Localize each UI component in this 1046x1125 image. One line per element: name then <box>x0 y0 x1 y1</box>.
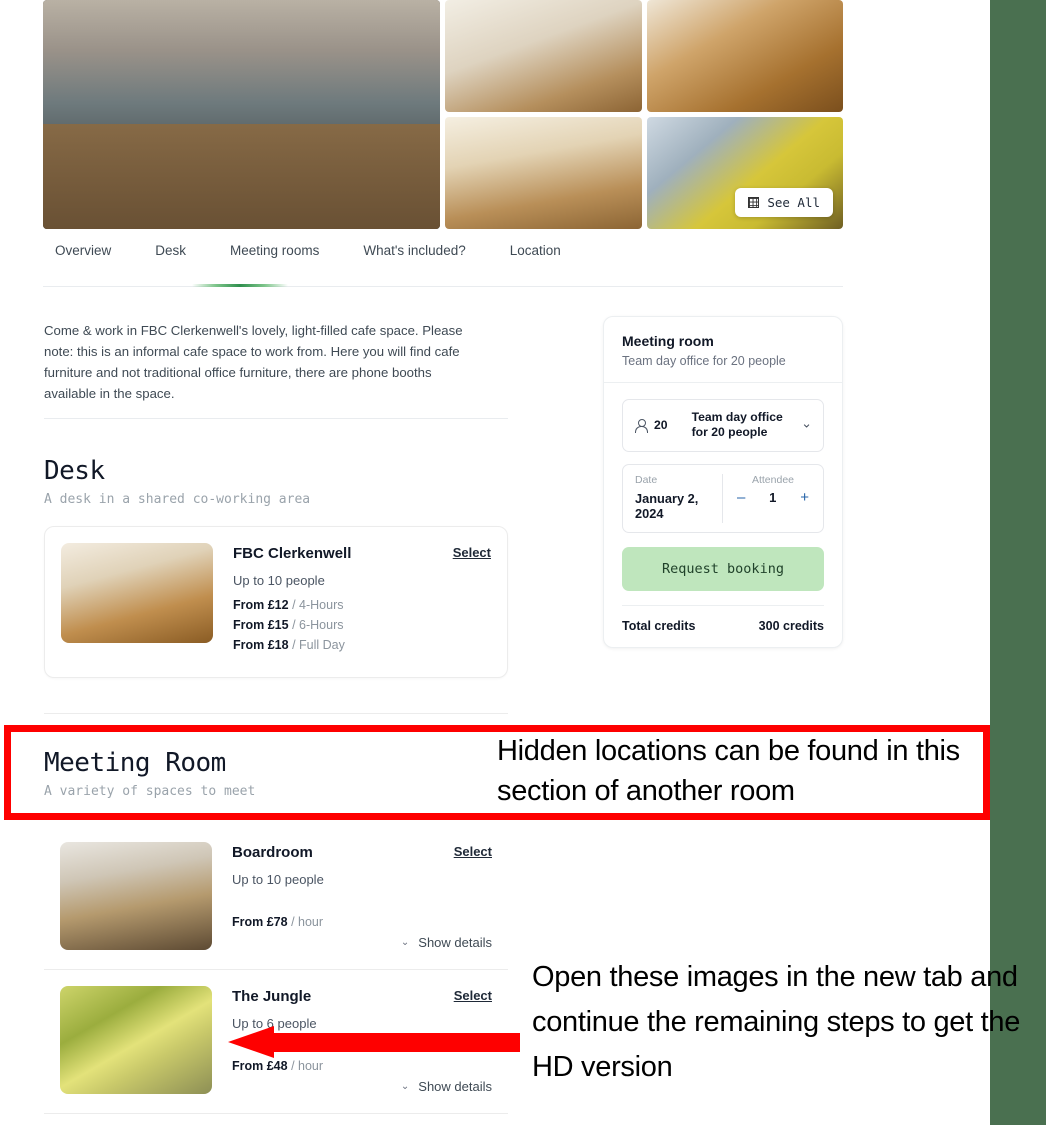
attendee-decrement-button[interactable]: – <box>737 490 745 505</box>
annotation-note-1: Hidden locations can be found in this se… <box>497 735 960 807</box>
desk-section-subtitle: A desk in a shared co-working area <box>44 492 311 507</box>
tab-meeting-rooms[interactable]: Meeting rooms <box>208 243 341 274</box>
meeting-listing-thumbnail[interactable] <box>60 986 212 1094</box>
desk-price-amount-1: From £12 <box>233 598 289 612</box>
date-field[interactable]: Date January 2, 2024 <box>623 465 722 532</box>
tab-location[interactable]: Location <box>488 243 583 274</box>
desk-price-amount-2: From £15 <box>233 618 289 632</box>
meeting-section-header: Meeting Room A variety of spaces to meet <box>44 748 255 799</box>
meeting-select-link[interactable]: Select <box>454 988 492 1003</box>
attendee-increment-button[interactable]: + <box>800 490 809 505</box>
gallery-photo-5[interactable]: See All <box>646 117 843 229</box>
tab-active-indicator <box>192 284 288 287</box>
tabs-divider <box>43 286 843 287</box>
annotation-arrow <box>228 1026 520 1059</box>
occupancy-label: Team day office for 20 people <box>691 410 783 440</box>
gallery-hero-photo[interactable] <box>43 0 440 229</box>
meeting-price-list: From £78 / hour <box>232 915 492 930</box>
booking-panel: Meeting room Team day office for 20 peop… <box>603 316 843 648</box>
desk-price-row: From £12 / 4-Hours <box>233 598 491 613</box>
meeting-listing-card[interactable]: Boardroom Select Up to 10 people From £7… <box>44 826 508 970</box>
desk-select-link[interactable]: Select <box>453 545 491 560</box>
tab-whats-included[interactable]: What's included? <box>341 243 487 274</box>
meeting-price-amount: From £78 <box>232 915 288 929</box>
desk-price-unit-1: / 4-Hours <box>292 598 344 612</box>
attendee-label: Attendee <box>751 473 795 486</box>
meeting-listing-thumbnail[interactable] <box>60 842 212 950</box>
date-attendee-row: Date January 2, 2024 Attendee – 1 + <box>622 463 824 533</box>
total-credits-label: Total credits <box>622 618 696 633</box>
meeting-select-link[interactable]: Select <box>454 844 492 859</box>
person-icon <box>635 418 648 433</box>
occupancy-select[interactable]: 20 Team day office for 20 people ⌄ <box>622 399 824 452</box>
chevron-down-icon: ⌄ <box>801 415 812 431</box>
meeting-show-details-label: Show details <box>418 1079 492 1094</box>
attendee-stepper: – 1 + <box>733 490 813 505</box>
request-booking-button[interactable]: Request booking <box>622 546 824 591</box>
photo-gallery: See All <box>43 0 843 229</box>
date-value: January 2, 2024 <box>635 490 699 521</box>
tab-desk[interactable]: Desk <box>133 243 208 274</box>
meeting-section-subtitle: A variety of spaces to meet <box>44 784 256 799</box>
attendee-value: 1 <box>769 489 777 505</box>
section-divider <box>44 713 508 714</box>
desk-price-unit-3: / Full Day <box>292 638 345 652</box>
desk-listing-thumbnail[interactable] <box>61 543 213 643</box>
total-credits-value: 300 credits <box>758 618 824 633</box>
meeting-price-unit: / hour <box>291 915 324 929</box>
see-all-button[interactable]: See All <box>735 188 833 217</box>
description-divider <box>44 418 508 419</box>
see-all-label: See All <box>767 195 820 210</box>
desk-listing-capacity: Up to 10 people <box>233 573 325 588</box>
section-tabs: Overview Desk Meeting rooms What's inclu… <box>43 243 843 274</box>
grid-icon <box>748 197 760 208</box>
meeting-price-row: From £48 / hour <box>232 1059 492 1074</box>
booking-panel-subtitle: Team day office for 20 people <box>622 354 786 368</box>
gallery-photo-3[interactable] <box>646 0 843 112</box>
screenshot-root: See All Overview Desk Meeting rooms What… <box>0 0 1046 1125</box>
chevron-down-icon: ⌄ <box>400 936 410 948</box>
meeting-price-list: From £48 / hour <box>232 1059 492 1074</box>
chevron-down-icon: ⌄ <box>400 1080 410 1092</box>
meeting-show-details-button[interactable]: ⌄ Show details <box>401 935 492 950</box>
annotation-note-2: Open these images in the new tab and con… <box>532 961 1021 1083</box>
meeting-show-details-label: Show details <box>418 935 492 950</box>
gallery-photo-2[interactable] <box>445 0 642 112</box>
meeting-listing-capacity: Up to 10 people <box>232 872 324 887</box>
desk-listing-card[interactable]: FBC Clerkenwell Select Up to 10 people F… <box>44 526 508 678</box>
total-credits-row: Total credits 300 credits <box>622 606 824 633</box>
meeting-listing-card-partial[interactable] <box>44 1114 508 1125</box>
desk-section-title: Desk <box>44 456 105 486</box>
meeting-price-unit: / hour <box>291 1059 324 1073</box>
meeting-price-row: From £78 / hour <box>232 915 492 930</box>
attendee-field: Attendee – 1 + <box>723 465 823 532</box>
booking-panel-title: Meeting room <box>622 333 714 349</box>
booking-panel-header: Meeting room Team day office for 20 peop… <box>604 317 842 383</box>
desk-price-unit-2: / 6-Hours <box>292 618 344 632</box>
date-label: Date <box>635 473 658 486</box>
tab-overview[interactable]: Overview <box>43 243 133 274</box>
meeting-section-title: Meeting Room <box>44 748 226 778</box>
desk-price-list: From £12 / 4-Hours From £15 / 6-Hours Fr… <box>233 598 491 653</box>
gallery-photo-4[interactable] <box>445 117 642 229</box>
space-description: Come & work in FBC Clerkenwell's lovely,… <box>44 323 463 401</box>
meeting-price-amount: From £48 <box>232 1059 288 1073</box>
desk-price-amount-3: From £18 <box>233 638 289 652</box>
desk-price-row: From £15 / 6-Hours <box>233 618 491 633</box>
desk-price-row: From £18 / Full Day <box>233 638 491 653</box>
meeting-show-details-button[interactable]: ⌄ Show details <box>401 1079 492 1094</box>
desk-section-header: Desk A desk in a shared co-working area <box>44 456 310 507</box>
occupancy-count: 20 <box>654 417 668 432</box>
gallery-thumb-grid: See All <box>445 0 843 229</box>
